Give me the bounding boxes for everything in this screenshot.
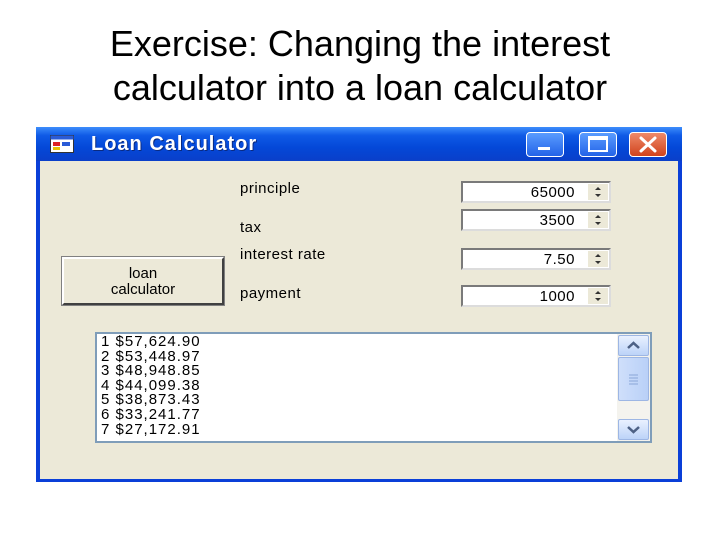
spin-up-icon[interactable] — [588, 288, 608, 296]
close-button[interactable] — [629, 132, 667, 157]
spin-down-icon[interactable] — [588, 192, 608, 200]
window-title: Loan Calculator — [91, 133, 258, 155]
slide-title-line-1: Exercise: Changing the interest — [109, 23, 611, 64]
loan-calculator-window: Loan Calculator principle 65000 tax 3500 — [36, 127, 682, 482]
grip-icon — [629, 374, 638, 385]
list-item[interactable]: 7 $27,172.91 — [101, 422, 201, 438]
results-list: 1 $57,624.90 2 $53,448.97 3 $48,948.85 4… — [101, 334, 201, 438]
maximize-icon — [588, 136, 608, 152]
loan-calculator-button-label-line-2: calculator — [110, 281, 176, 298]
scroll-thumb[interactable] — [618, 357, 649, 401]
minimize-icon — [538, 147, 550, 150]
loan-calculator-button[interactable]: loan calculator — [61, 256, 225, 306]
spin-up-icon[interactable] — [588, 251, 608, 259]
scroll-down-button[interactable] — [618, 419, 649, 440]
spin-up-icon[interactable] — [588, 212, 608, 220]
interest-rate-spin-arrows[interactable] — [588, 251, 608, 267]
chevron-up-icon — [627, 341, 640, 349]
interest-rate-label: interest rate — [240, 246, 326, 263]
interest-rate-value: 7.50 — [543, 251, 575, 268]
payment-value: 1000 — [539, 288, 575, 305]
tax-spinner[interactable]: 3500 — [461, 209, 611, 231]
tax-label: tax — [240, 219, 262, 236]
principle-value: 65000 — [530, 184, 575, 201]
spin-up-icon[interactable] — [588, 184, 608, 192]
tax-spin-arrows[interactable] — [588, 212, 608, 228]
results-listbox[interactable]: 1 $57,624.90 2 $53,448.97 3 $48,948.85 4… — [95, 332, 652, 443]
payment-spin-arrows[interactable] — [588, 288, 608, 304]
app-window-icon — [50, 135, 74, 153]
maximize-button[interactable] — [579, 132, 617, 157]
window-client-area: principle 65000 tax 3500 interest rate 7… — [40, 161, 678, 479]
principle-spin-arrows[interactable] — [588, 184, 608, 200]
principle-label: principle — [240, 180, 301, 197]
loan-calculator-button-label-line-1: loan — [128, 265, 158, 282]
scroll-up-button[interactable] — [618, 335, 649, 356]
payment-label: payment — [240, 285, 302, 302]
chevron-down-icon — [627, 426, 640, 434]
spin-down-icon[interactable] — [588, 296, 608, 304]
principle-spinner[interactable]: 65000 — [461, 181, 611, 203]
spin-down-icon[interactable] — [588, 259, 608, 267]
spin-down-icon[interactable] — [588, 220, 608, 228]
slide-title: Exercise: Changing the interest calculat… — [0, 22, 720, 110]
slide-title-line-2: calculator into a loan calculator — [112, 67, 608, 108]
payment-spinner[interactable]: 1000 — [461, 285, 611, 307]
results-scrollbar[interactable] — [617, 334, 650, 441]
minimize-button[interactable] — [526, 132, 564, 157]
tax-value: 3500 — [539, 212, 575, 229]
window-titlebar[interactable]: Loan Calculator — [36, 127, 682, 161]
close-icon — [639, 136, 657, 153]
interest-rate-spinner[interactable]: 7.50 — [461, 248, 611, 270]
